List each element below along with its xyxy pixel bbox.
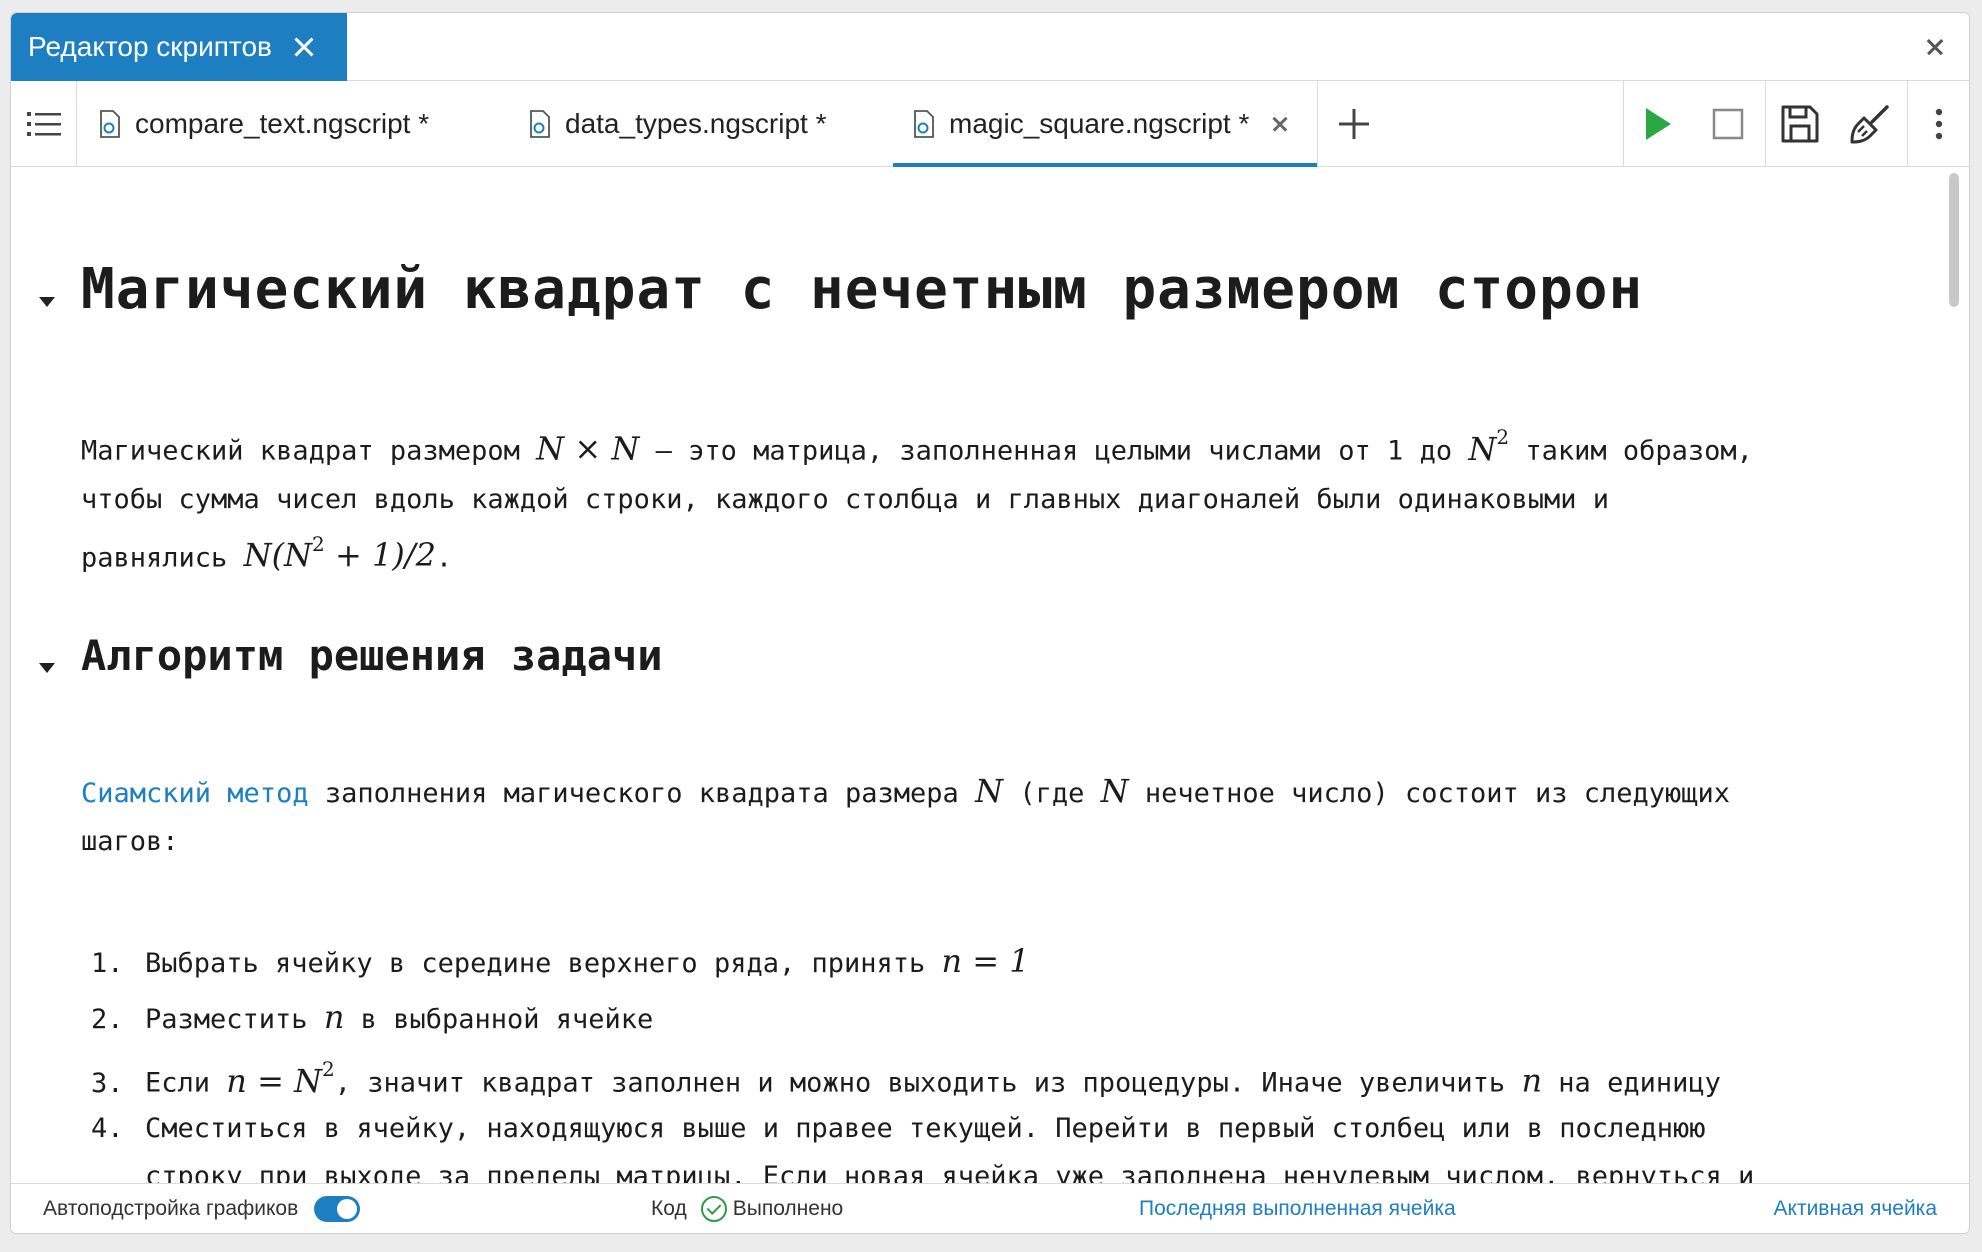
editor-toolbar: compare_text.ngscript * data_types.ngscr… <box>11 81 1969 167</box>
script-file-icon <box>100 110 120 138</box>
list-item: 3. Если n = N2, значит квадрат заполнен и… <box>91 1057 1721 1100</box>
list-item: 1. Выбрать ячейку в середине верхнего ряд… <box>91 942 1030 980</box>
clean-button[interactable] <box>1835 81 1905 167</box>
clean-icon <box>1850 105 1889 144</box>
close-window-icon[interactable] <box>1925 37 1945 57</box>
tab-magic-square[interactable]: magic_square.ngscript * <box>893 81 1317 167</box>
notebook-content[interactable]: Магический квадрат с нечетным размером с… <box>11 167 1969 1183</box>
paragraph-method: Сиамский метод заполнения магического кв… <box>81 772 1731 857</box>
list-item: 2. Разместить n в выбранной ячейке <box>91 998 654 1036</box>
paragraph-intro: Магический квадрат размером N × N – это … <box>81 425 1753 575</box>
script-editor-window: Редактор скриптов compare_text.ngscript … <box>10 12 1970 1234</box>
stop-button[interactable] <box>1693 81 1763 167</box>
list-item-continuation: строку при выходе за пределы матрицы. Ес… <box>145 1161 1755 1183</box>
last-executed-cell-link[interactable]: Последняя выполненная ячейка <box>1139 1184 1456 1233</box>
tab-label: magic_square.ngscript * <box>949 108 1250 139</box>
vertical-scrollbar[interactable] <box>1949 173 1959 307</box>
script-file-icon <box>914 110 934 138</box>
script-file-icon <box>530 110 550 138</box>
heading-2: Алгоритм решения задачи <box>81 631 663 680</box>
autoscale-label: Автоподстройка графиков <box>43 1197 299 1220</box>
script-editor-tab-label: Редактор скриптов <box>28 31 272 62</box>
siamese-method-link[interactable]: Сиамский метод <box>81 778 309 809</box>
autoscale-setting: Автоподстройка графиков <box>43 1184 361 1233</box>
list-button[interactable] <box>11 81 77 167</box>
collapse-caret-icon[interactable] <box>39 297 55 307</box>
more-button[interactable] <box>1907 81 1969 167</box>
close-tab-icon[interactable] <box>1271 115 1289 133</box>
run-icon <box>1646 108 1671 140</box>
more-vertical-icon <box>1935 108 1943 140</box>
tab-label: data_types.ngscript * <box>565 108 827 139</box>
autoscale-toggle[interactable] <box>314 1196 361 1222</box>
list-item: 4. Сместиться в ячейку, находящуюся выше … <box>91 1113 1706 1144</box>
plus-icon <box>1339 109 1369 139</box>
tab-data-types[interactable]: data_types.ngscript * <box>529 81 827 167</box>
save-button[interactable] <box>1765 81 1835 167</box>
execution-status: Код Выполнено <box>651 1184 844 1233</box>
script-editor-tab[interactable]: Редактор скриптов <box>11 13 347 81</box>
close-tab-icon[interactable] <box>292 35 316 59</box>
tab-label: compare_text.ngscript * <box>135 108 430 139</box>
new-tab-button[interactable] <box>1319 81 1389 167</box>
check-circle-icon <box>700 1196 727 1222</box>
list-icon <box>26 112 61 136</box>
code-label: Код <box>651 1197 687 1220</box>
state-label: Выполнено <box>732 1197 844 1220</box>
title-row: Редактор скриптов <box>11 13 1969 81</box>
run-button[interactable] <box>1623 81 1693 167</box>
collapse-caret-icon[interactable] <box>39 663 55 673</box>
tab-compare-text[interactable]: compare_text.ngscript * <box>99 81 429 167</box>
save-icon <box>1781 105 1819 143</box>
stop-icon <box>1712 108 1744 140</box>
status-bar: Автоподстройка графиков Код Выполнено По… <box>11 1183 1969 1233</box>
active-cell-link[interactable]: Активная ячейка <box>1774 1184 1937 1233</box>
heading-1: Магический квадрат с нечетным размером с… <box>81 257 1644 322</box>
